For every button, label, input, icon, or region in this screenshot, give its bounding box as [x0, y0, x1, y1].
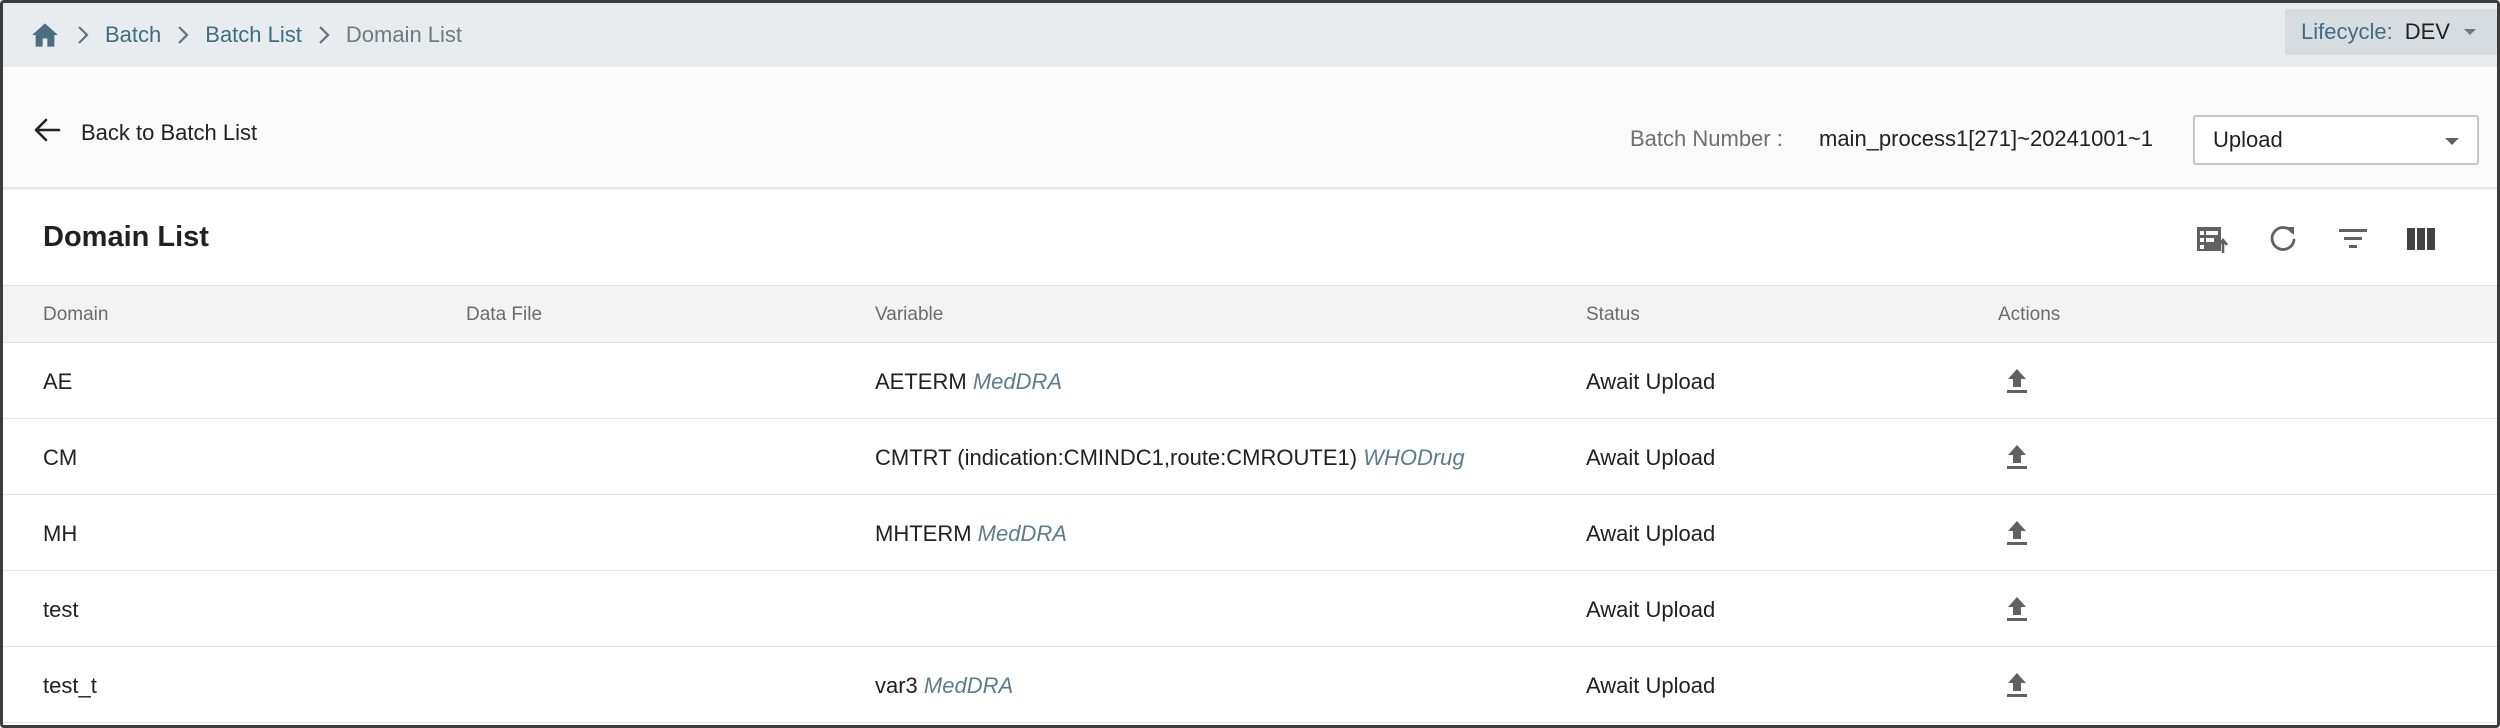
dictionary-name: MedDRA — [977, 521, 1067, 546]
caret-down-icon — [2445, 138, 2459, 145]
domain-cell: AE — [43, 369, 73, 394]
back-button[interactable]: Back to Batch List — [33, 117, 257, 148]
table-header: Domain Data File Variable Status Actions — [3, 285, 2497, 343]
batch-number-value: main_process1[271]~20241001~1 — [1819, 126, 2153, 151]
table-row: AE AETERM MedDRA Await Upload — [3, 343, 2497, 419]
variable-cell: MHTERM MedDRA — [875, 521, 1067, 547]
domain-cell: CM — [43, 445, 78, 470]
app-frame: Batch Batch List Domain List Lifecycle: … — [0, 0, 2500, 728]
caret-down-icon — [2463, 29, 2476, 35]
variable-name: MHTERM — [875, 521, 972, 546]
upload-icon[interactable] — [2001, 669, 2033, 701]
variable-cell: AETERM MedDRA — [875, 369, 1062, 395]
status-cell: Await Upload — [1586, 597, 1716, 622]
lifecycle-label: Lifecycle: — [2301, 19, 2393, 44]
variable-cell: var3 MedDRA — [875, 673, 1013, 699]
table-row: CM CMTRT (indication:CMINDC1,route:CMROU… — [3, 419, 2497, 495]
action-select[interactable]: Upload — [2193, 115, 2479, 165]
domain-list-panel: Domain List Domain Data File Variable St… — [3, 191, 2497, 725]
table-row: MH MHTERM MedDRA Await Upload — [3, 495, 2497, 571]
chevron-right-icon — [302, 25, 346, 45]
status-cell: Await Upload — [1586, 673, 1716, 698]
variable-name: CMTRT (indication:CMINDC1,route:CMROUTE1… — [875, 445, 1358, 470]
variable-cell: CMTRT (indication:CMINDC1,route:CMROUTE1… — [875, 445, 1465, 471]
breadcrumb-current: Domain List — [345, 22, 463, 47]
action-select-value: Upload — [2213, 127, 2283, 152]
upload-icon[interactable] — [2001, 517, 2033, 549]
refresh-icon[interactable] — [2263, 219, 2303, 259]
back-button-label: Back to Batch List — [81, 119, 258, 145]
domain-cell: MH — [43, 521, 78, 546]
column-header-actions: Actions — [1998, 304, 2061, 325]
lifecycle-selector[interactable]: Lifecycle: DEV — [2285, 9, 2497, 55]
filter-icon[interactable] — [2333, 219, 2373, 259]
breadcrumb-batch-list[interactable]: Batch List — [205, 22, 302, 48]
breadcrumb-batch[interactable]: Batch — [105, 22, 161, 48]
arrow-left-icon — [33, 117, 61, 148]
upload-icon[interactable] — [2001, 441, 2033, 473]
domain-cell: test_t — [43, 673, 97, 698]
dictionary-name: WHODrug — [1363, 445, 1465, 470]
table-row: test Await Upload — [3, 571, 2497, 647]
status-cell: Await Upload — [1586, 521, 1716, 546]
upload-icon[interactable] — [2001, 365, 2033, 397]
dictionary-name: MedDRA — [923, 673, 1014, 698]
column-header-domain[interactable]: Domain — [43, 304, 108, 326]
table-row: test_t var3 MedDRA Await Upload — [3, 647, 2497, 723]
column-header-data-file[interactable]: Data File — [466, 304, 542, 326]
lifecycle-value: DEV — [2404, 19, 2450, 44]
chevron-right-icon — [161, 25, 205, 45]
batch-number-label: Batch Number : — [1630, 126, 1783, 151]
variable-name: var3 — [875, 673, 918, 698]
chevron-right-icon — [61, 25, 105, 45]
page-title: Domain List — [43, 221, 209, 253]
import-file-icon[interactable] — [2193, 219, 2233, 259]
domain-cell: test — [43, 597, 79, 622]
status-cell: Await Upload — [1586, 445, 1716, 470]
column-header-variable[interactable]: Variable — [875, 304, 943, 326]
dictionary-name: MedDRA — [972, 369, 1063, 394]
columns-icon[interactable] — [2401, 219, 2441, 259]
variable-name: AETERM — [875, 369, 967, 394]
status-cell: Await Upload — [1586, 369, 1716, 394]
column-header-status[interactable]: Status — [1586, 304, 1640, 326]
home-icon[interactable] — [29, 19, 61, 51]
breadcrumb: Batch Batch List Domain List — [3, 3, 462, 67]
upload-icon[interactable] — [2001, 593, 2033, 625]
page-header: Back to Batch List Batch Number : main_p… — [3, 67, 2497, 189]
breadcrumb-bar: Batch Batch List Domain List Lifecycle: … — [3, 3, 2497, 67]
